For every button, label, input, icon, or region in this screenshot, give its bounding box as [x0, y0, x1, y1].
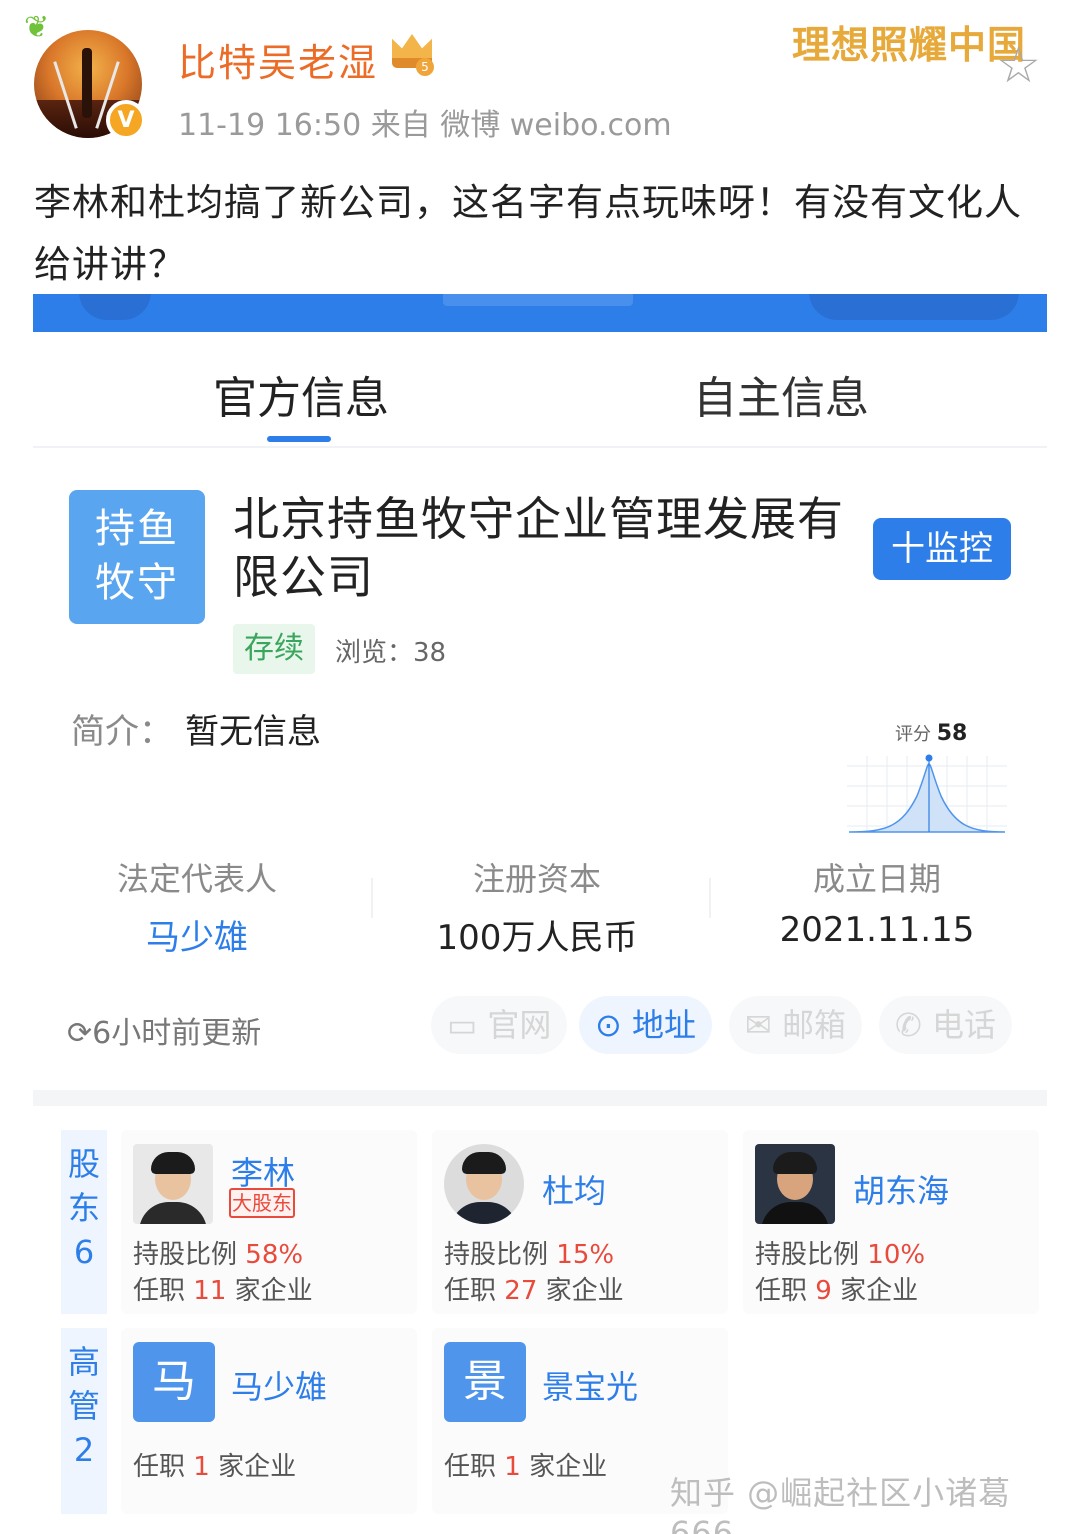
- info-label: 成立日期: [812, 860, 941, 898]
- zhihu-watermark: 知乎 @崛起社区小诸葛666: [670, 1474, 1012, 1534]
- chip-address[interactable]: ⊙ 地址: [579, 996, 712, 1054]
- basic-info-row: 法定代表人 马少雄 注册资本 100万人民币 成立日期 2021.11.15: [33, 854, 1047, 958]
- chip-label: 地址: [631, 1006, 696, 1044]
- chip-phone[interactable]: ✆ 电话: [879, 996, 1012, 1054]
- info-founded-date: 成立日期 2021.11.15: [708, 854, 1046, 950]
- company-logo: 持鱼 牧守: [69, 490, 205, 624]
- section-separator: [33, 1090, 1047, 1106]
- info-value: 100万人民币: [436, 918, 638, 958]
- info-legal-rep: 法定代表人 马少雄: [33, 854, 366, 959]
- executive-card[interactable]: 马 马少雄 任职 1 家企业: [121, 1328, 417, 1514]
- intro-value: 暂无信息: [185, 712, 321, 752]
- crown-level: 5: [416, 58, 434, 76]
- shareholder-card[interactable]: 杜均 持股比例 15% 任职 27 家企业: [432, 1130, 728, 1314]
- share-ratio: 持股比例 15%: [444, 1240, 615, 1270]
- shareholder-photo: [755, 1144, 835, 1224]
- chip-website[interactable]: ▭ 官网: [431, 996, 568, 1054]
- active-tab-indicator: [267, 436, 331, 442]
- post-meta: 11-19 16:50 来自 微博 weibo.com: [178, 108, 672, 143]
- tab-bar: 官方信息 自主信息: [33, 332, 1047, 448]
- info-reg-capital: 注册资本 100万人民币: [368, 854, 706, 959]
- refresh-icon: ⟳: [67, 1016, 93, 1051]
- username[interactable]: 比特吴老湿: [178, 32, 378, 87]
- shareholder-name[interactable]: 胡东海: [853, 1166, 949, 1212]
- status-badge: 存续: [233, 624, 315, 674]
- positions-count: 任职 9 家企业: [755, 1276, 919, 1306]
- verified-badge-icon: V: [106, 100, 146, 140]
- positions-count: 任职 27 家企业: [444, 1276, 624, 1306]
- executive-name[interactable]: 景宝光: [542, 1362, 638, 1408]
- mail-icon: ✉: [745, 1006, 772, 1044]
- sprout-icon: ❦: [24, 10, 50, 45]
- intro-label: 简介：: [71, 712, 173, 752]
- info-value: 2021.11.15: [779, 910, 975, 950]
- monitor-button[interactable]: 十监控: [873, 518, 1011, 580]
- positions-count: 任职 1 家企业: [133, 1452, 297, 1482]
- chip-label: 官网: [487, 1006, 552, 1044]
- shareholders-section-label[interactable]: 股东6: [61, 1130, 107, 1314]
- update-text: 6小时前更新: [92, 1016, 262, 1051]
- shareholder-photo: [133, 1144, 213, 1224]
- tab-self-info[interactable]: 自主信息: [693, 362, 869, 426]
- crown-vip-icon: 5: [392, 34, 434, 76]
- embedded-screenshot: 官方信息 自主信息 持鱼 牧守 北京持鱼牧守企业管理发展有限公司 十监控 存续 浏…: [33, 294, 1047, 1524]
- shareholder-photo: [444, 1144, 524, 1224]
- positions-count: 任职 1 家企业: [444, 1452, 608, 1482]
- chip-label: 电话: [931, 1006, 996, 1044]
- score-distribution-chart: [847, 754, 1007, 833]
- favorite-star-icon[interactable]: ☆: [996, 40, 1041, 90]
- chip-email[interactable]: ✉ 邮箱: [729, 996, 862, 1054]
- company-name: 北京持鱼牧守企业管理发展有限公司: [233, 492, 844, 604]
- major-shareholder-badge: 大股东: [229, 1188, 295, 1218]
- executive-name[interactable]: 马少雄: [231, 1362, 327, 1408]
- shareholder-card[interactable]: 李林 大股东 持股比例 58% 任职 11 家企业: [121, 1130, 417, 1314]
- info-label: 法定代表人: [116, 860, 277, 898]
- executives-section-label[interactable]: 高管2: [61, 1328, 107, 1514]
- shareholders-label-text: 股东6: [67, 1145, 100, 1271]
- info-label: 注册资本: [472, 860, 601, 898]
- phone-icon: ✆: [895, 1006, 922, 1044]
- brand-seal-text: 理想照耀中国: [792, 22, 1027, 67]
- location-pin-icon: ⊙: [595, 1006, 622, 1044]
- view-count: 浏览：38: [335, 638, 447, 668]
- column-divider: [709, 878, 711, 918]
- shareholder-name[interactable]: 杜均: [542, 1166, 606, 1212]
- score-value: 58: [936, 721, 968, 746]
- shareholder-card[interactable]: 胡东海 持股比例 10% 任职 9 家企业: [743, 1130, 1039, 1314]
- column-divider: [371, 878, 373, 918]
- company-logo-text: 持鱼 牧守: [95, 506, 179, 606]
- share-ratio: 持股比例 10%: [755, 1240, 926, 1270]
- executive-avatar: 景: [444, 1342, 526, 1422]
- tab-official-info[interactable]: 官方信息: [213, 362, 389, 426]
- app-top-bar: [33, 294, 1047, 332]
- legal-rep-link[interactable]: 马少雄: [33, 910, 366, 959]
- positions-count: 任职 11 家企业: [133, 1276, 313, 1306]
- score-caption: 评分: [895, 724, 931, 745]
- update-status[interactable]: ⟳6小时前更新: [67, 1008, 261, 1052]
- chip-label: 邮箱: [781, 1006, 846, 1044]
- executives-label-text: 高管2: [67, 1343, 100, 1469]
- score-label: 评分 58: [895, 720, 967, 746]
- monitor-icon: ▭: [447, 1006, 478, 1044]
- share-ratio: 持股比例 58%: [133, 1240, 304, 1270]
- executive-avatar: 马: [133, 1342, 215, 1422]
- post-text: 李林和杜均搞了新公司，这名字有点玩味呀！有没有文化人给讲讲？: [34, 181, 1022, 286]
